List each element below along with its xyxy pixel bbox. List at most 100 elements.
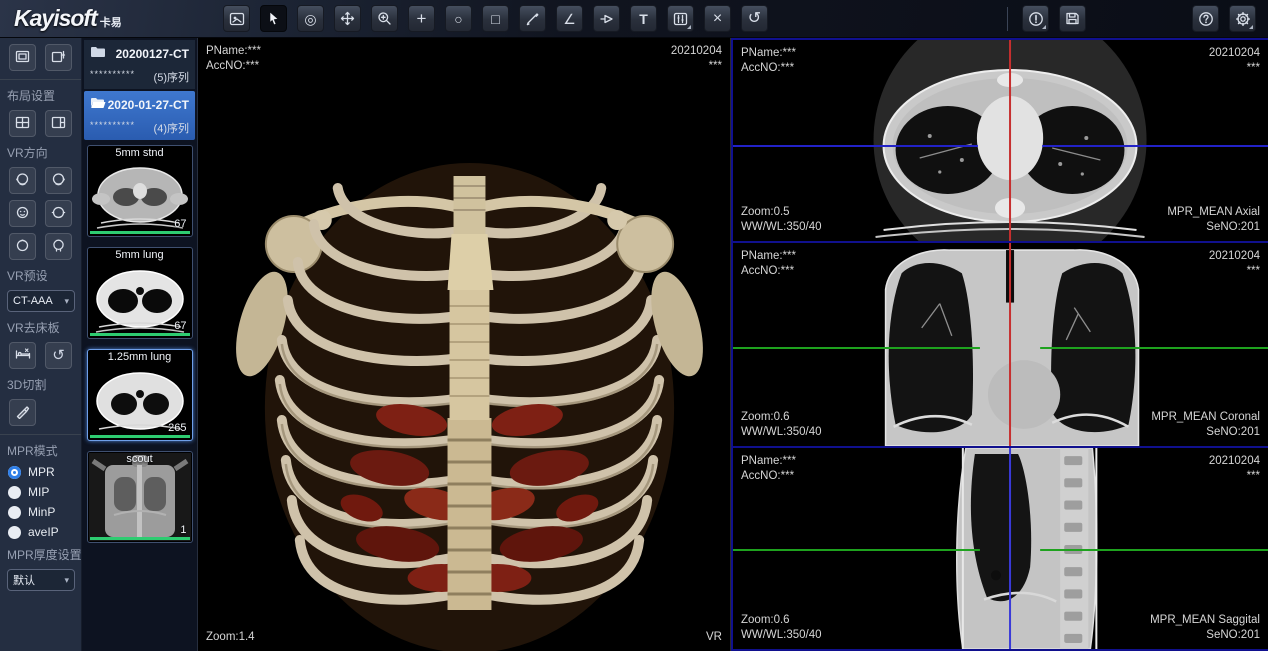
bed-reset-button[interactable]: ↺ [45,342,72,369]
coronal-overlay-topright: 20210204 *** [1209,249,1260,279]
pan-tool-button[interactable] [334,5,361,32]
settings-icon [1235,11,1251,27]
single-view-icon [15,50,30,66]
vr-head-left-button[interactable] [9,167,36,194]
text-annotation-icon: T [639,12,648,26]
vr-viewport[interactable]: PName:*** AccNO:*** 20210204 *** Zoom:1.… [198,38,731,651]
rectangle-tool-button[interactable]: □ [482,5,509,32]
delete-annotation-button[interactable]: × [704,5,731,32]
vr-preset-dropdown[interactable]: CT-AAA ▾ [7,290,75,312]
thumbnail-image-count: 67 [174,218,186,230]
series-thumbnail-thin-lung[interactable]: 1.25mm lung 265 [87,349,193,441]
reset-view-button[interactable]: ↺ [741,5,768,32]
crosshair-icon: + [417,10,427,27]
measure-line-tool-button[interactable] [519,5,546,32]
axial-overlay-topright: 20210204 *** [1209,46,1260,76]
vr-overlay-topright: 20210204 *** [671,44,722,74]
remove-bed-button[interactable] [9,342,36,369]
study-date: 20210204 [671,44,722,59]
series-layout-button[interactable] [223,5,250,32]
vr-head-right-button[interactable] [45,167,72,194]
scalpel-button[interactable] [9,399,36,426]
window-level-icon [673,12,688,26]
cursor-icon [267,11,281,26]
info-button[interactable] [1022,5,1049,32]
head-front-icon [15,205,30,223]
layout-grid-2x2-button[interactable] [9,110,36,137]
zoom-in-tool-button[interactable] [371,5,398,32]
cut-3d-label: 3D切割 [7,376,74,393]
tool-strip: ◎ + ○ □ [223,5,768,32]
chevron-down-icon: ▾ [64,575,69,586]
rotate-3d-tool-button[interactable]: ◎ [297,5,324,32]
patient-name: PName:*** [741,249,796,264]
toolbar-divider [1007,7,1008,31]
settings-button[interactable] [1229,5,1256,32]
mpr-mode-label: MPR_MEAN Coronal [1151,410,1260,425]
application-window: Kayisoft 卡易 ◎ [0,0,1268,651]
series-thumbnail-soft[interactable]: 5mm stnd 67 [87,145,193,237]
mpr-mode-option-mip[interactable]: MIP [8,485,73,499]
study-item-selected[interactable]: 2020-01-27-CT ********** (4)序列 [84,91,195,140]
load-progress-bar [90,435,190,438]
thumbnail-image-count: 265 [168,422,186,434]
grid-2x2-icon [15,116,30,132]
help-button[interactable] [1192,5,1219,32]
load-progress-bar [90,231,190,234]
coronal-overlay-bottomright: MPR_MEAN Coronal SeNO:201 [1151,410,1260,440]
save-button[interactable] [1059,5,1086,32]
cobb-angle-tool-button[interactable] [593,5,620,32]
vr-head-back-button[interactable] [45,200,72,227]
mpr-mode-option-minp[interactable]: MinP [8,505,73,519]
vr-head-front-button[interactable] [9,200,36,227]
sagittal-overlay-topright: 20210204 *** [1209,454,1260,484]
series-number: SeNO:201 [1151,425,1260,440]
mpr-mode-option-aveip[interactable]: aveIP [8,525,73,539]
vr-head-bottom-button[interactable] [45,233,72,260]
accession-number: AccNO:*** [741,61,796,76]
masked-value: *** [1209,469,1260,484]
axial-viewport[interactable]: PName:*** AccNO:*** 20210204 *** Zoom:0.… [731,38,1268,243]
head-top-icon [15,238,30,256]
sagittal-overlay-bottomleft: Zoom:0.6 WW/WL:350/40 [741,613,822,643]
series-layout-icon [229,12,245,26]
radio-icon [8,506,21,519]
mpr-column: PName:*** AccNO:*** 20210204 *** Zoom:0.… [731,38,1268,651]
vr-head-top-button[interactable] [9,233,36,260]
thumbnail-image-count: 67 [174,320,186,332]
window-level-tool-button[interactable] [667,5,694,32]
text-annotation-tool-button[interactable]: T [630,5,657,32]
radio-selected-icon [8,466,21,479]
series-panel: 20200127-CT ********** (5)序列 2020-01-27-… [82,38,198,651]
crosshair-tool-button[interactable]: + [408,5,435,32]
ellipse-tool-button[interactable]: ○ [445,5,472,32]
coronal-overlay-bottomleft: Zoom:0.6 WW/WL:350/40 [741,410,822,440]
topbar-right-tools [1003,5,1268,32]
window-width-level: WW/WL:350/40 [741,425,822,440]
window-width-level: WW/WL:350/40 [741,220,822,235]
thumbnail-image [89,453,191,541]
mpr-thickness-dropdown[interactable]: 默认 ▾ [7,569,75,591]
radio-icon [8,526,21,539]
mpr-mode-option-mpr[interactable]: MPR [8,465,73,479]
thumbnail-image-count: 1 [180,524,186,536]
series-thumbnail-lung[interactable]: 5mm lung 67 [87,247,193,339]
save-icon [1065,11,1080,26]
coronal-viewport[interactable]: PName:*** AccNO:*** 20210204 *** Zoom:0.… [731,243,1268,448]
study-item[interactable]: 20200127-CT ********** (5)序列 [84,40,195,89]
masked-value: *** [1209,61,1260,76]
cursor-tool-button[interactable] [260,5,287,32]
accession-number: AccNO:*** [741,469,796,484]
head-back-icon [51,205,66,223]
mpr-thickness-label: MPR厚度设置 [7,546,74,563]
series-thumbnail-scout[interactable]: scout 1 [87,451,193,543]
pan-icon [340,11,355,26]
series-panel-toggle-button[interactable] [45,44,72,71]
layout-single-view-button[interactable] [9,44,36,71]
sagittal-viewport[interactable]: PName:*** AccNO:*** 20210204 *** Zoom:0.… [731,448,1268,651]
thumbnail-label: 5mm lung [88,249,192,261]
layout-main-left-button[interactable] [45,110,72,137]
load-progress-bar [90,537,190,540]
app-logo: Kayisoft 卡易 [0,5,205,32]
angle-tool-button[interactable]: ∠ [556,5,583,32]
